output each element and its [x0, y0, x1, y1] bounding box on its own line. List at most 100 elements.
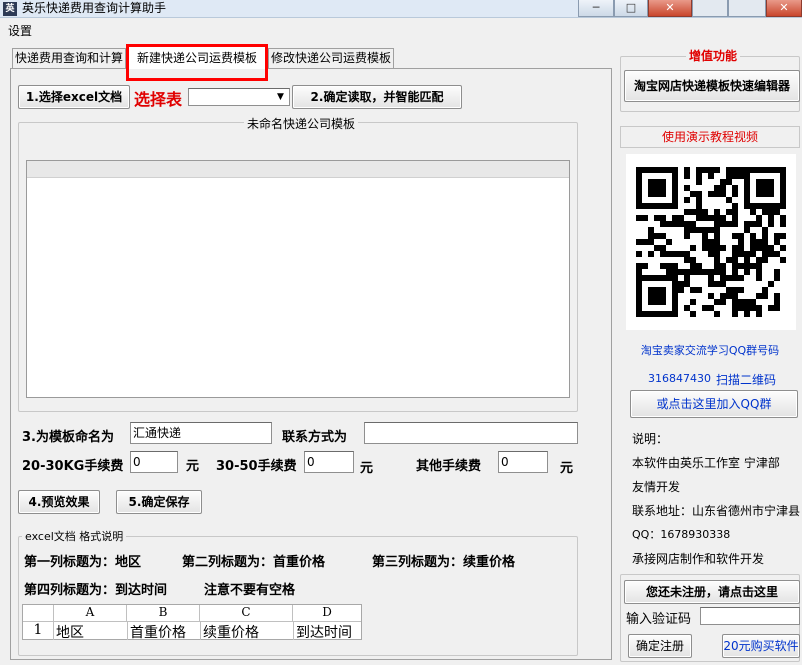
format-line1-col3: 第三列标题为：续重价格	[372, 555, 516, 570]
fee-30-50-input[interactable]: 0	[304, 451, 354, 473]
qr-module	[660, 191, 666, 197]
format-line2-note: 注意不要有空格	[204, 583, 296, 598]
qr-module	[690, 245, 696, 251]
note-line-2: 友情开发	[632, 480, 681, 494]
qr-module	[714, 311, 720, 317]
excel-sample-data-row: 1 地区 首重价格 续重价格 到达时间	[23, 622, 361, 641]
window-chrome-extra	[692, 0, 728, 17]
format-help-title: excel文档 格式说明	[22, 528, 127, 544]
note-line-1: 本软件由英乐工作室 宁津部	[632, 456, 780, 470]
qr-module	[738, 275, 744, 281]
qr-module	[720, 245, 726, 251]
excel-sample-header-row: A B C D	[23, 605, 361, 622]
excel-data-cell: 1	[23, 622, 54, 640]
fee-20-30-input[interactable]: 0	[130, 451, 178, 473]
qr-module	[660, 299, 666, 305]
fee-30-50-unit: 元	[360, 461, 374, 476]
excel-header-cell: A	[54, 605, 127, 621]
qr-module	[720, 299, 726, 305]
select-sheet-label: 选择表	[134, 90, 183, 109]
excel-header-cell: D	[322, 605, 332, 619]
qr-module	[768, 191, 774, 197]
qr-module	[762, 257, 768, 263]
qr-module	[744, 311, 750, 317]
qr-module	[780, 245, 786, 251]
note-line-3: 联系地址：山东省德州市宁津县	[632, 504, 801, 518]
qr-module	[684, 233, 690, 239]
qr-module	[708, 173, 714, 179]
note-line-4: QQ：1678930338	[632, 528, 731, 541]
save-button[interactable]: 5.确定保存	[116, 490, 202, 514]
qr-module	[768, 221, 774, 227]
register-button[interactable]: 您还未注册，请点击这里	[624, 580, 800, 604]
excel-header-cell: B	[127, 605, 200, 621]
qr-module	[696, 179, 702, 185]
fee-20-30-label: 20-30KG手续费	[22, 459, 124, 474]
fee-other-input[interactable]: 0	[498, 451, 548, 473]
window-title: 英乐快递费用查询计算助手	[22, 1, 167, 15]
qr-module	[732, 191, 738, 197]
qr-module	[678, 287, 684, 293]
value-added-title: 增值功能	[686, 47, 741, 64]
confirm-register-button[interactable]: 确定注册	[628, 634, 692, 658]
qr-module	[696, 287, 702, 293]
qq-group-number: 316847430	[648, 372, 711, 385]
active-tab-highlight	[126, 44, 268, 81]
tab-query-calc[interactable]: 快递费用查询和计算	[12, 48, 126, 68]
tab-edit-template[interactable]: 修改快递公司运费模板	[268, 48, 394, 68]
tutorial-video-link[interactable]: 使用演示教程视频	[620, 126, 800, 148]
fee-other-label: 其他手续费	[416, 459, 482, 474]
template-editor-button[interactable]: 淘宝网店快递模板快速编辑器	[624, 70, 800, 102]
qr-module	[780, 257, 786, 263]
excel-data-cell: 首重价格	[127, 622, 199, 641]
excel-data-cell: 到达时间	[293, 622, 361, 641]
join-qq-group-button[interactable]: 或点击这里加入QQ群	[630, 390, 798, 418]
excel-sample-table: A B C D 1 地区 首重价格 续重价格 到达时间	[22, 604, 362, 641]
qr-module	[780, 221, 786, 227]
qr-module	[780, 203, 786, 209]
excel-header-cell: C	[200, 605, 293, 621]
verify-code-input[interactable]	[700, 607, 800, 625]
excel-header-cell	[23, 605, 54, 621]
qr-module	[732, 311, 738, 317]
preview-button[interactable]: 4.预览效果	[18, 490, 100, 514]
qr-module	[744, 269, 750, 275]
template-grid[interactable]	[26, 160, 570, 398]
app-icon: 英	[3, 2, 17, 16]
format-line1-col2: 第二列标题为：首重价格	[182, 555, 326, 570]
qr-code[interactable]	[626, 154, 796, 330]
chevron-down-icon[interactable]: ▼	[272, 89, 289, 105]
select-excel-button[interactable]: 1.选择excel文档	[18, 85, 130, 109]
qr-module	[666, 239, 672, 245]
close-button[interactable]: ✕	[648, 0, 692, 17]
template-name-input[interactable]: 汇通快递	[130, 422, 272, 444]
qr-module	[732, 221, 738, 227]
qr-module	[756, 275, 762, 281]
qq-group-label: 淘宝卖家交流学习QQ群号码	[640, 344, 780, 357]
qr-module	[768, 281, 774, 287]
contact-label: 联系方式为	[282, 430, 348, 445]
template-group-title: 未命名快递公司模板	[244, 115, 359, 132]
buy-software-button[interactable]: 20元购买软件	[722, 634, 800, 658]
qr-module	[762, 293, 768, 299]
qr-module	[642, 215, 648, 221]
qr-module	[780, 233, 786, 239]
format-line1-col1: 第一列标题为：地区	[24, 555, 142, 570]
qr-module	[738, 287, 744, 293]
qr-module	[672, 203, 678, 209]
qr-module	[690, 299, 696, 305]
confirm-read-button[interactable]: 2.确定读取，并智能匹配	[292, 85, 462, 109]
qr-module	[636, 251, 642, 257]
maximize-button[interactable]: □	[614, 0, 648, 17]
qr-module	[774, 275, 780, 281]
close-icon[interactable]: ✕	[766, 0, 802, 17]
menu-bar	[0, 19, 802, 39]
contact-input[interactable]	[364, 422, 578, 444]
menu-settings[interactable]: 设置	[8, 22, 32, 39]
qr-module	[774, 305, 780, 311]
fee-20-30-unit: 元	[186, 459, 200, 474]
qr-code-pattern	[636, 162, 786, 322]
note-line-5: 承接网店制作和软件开发	[632, 552, 765, 566]
minimize-button[interactable]: ─	[578, 0, 614, 17]
fee-30-50-label: 30-50手续费	[216, 459, 297, 474]
